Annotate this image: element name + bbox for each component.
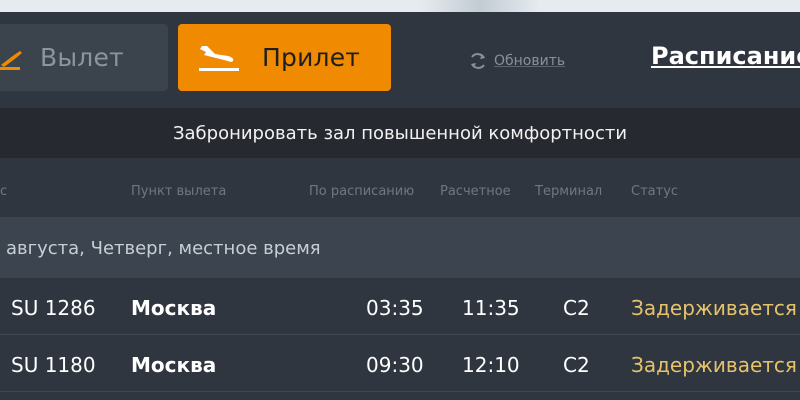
- refresh-icon: [468, 51, 488, 71]
- header-flight: с: [0, 184, 8, 199]
- map-background: [0, 0, 800, 12]
- terminal: C2: [563, 353, 590, 377]
- schedule-link[interactable]: Расписание: [651, 42, 800, 70]
- refresh-button[interactable]: Обновить: [468, 50, 565, 72]
- tab-arrival[interactable]: Прилет: [178, 24, 391, 91]
- scheduled-time: 03:35: [366, 296, 424, 320]
- header-terminal: Терминал: [535, 184, 603, 199]
- flight-number: SU 1286: [11, 296, 96, 320]
- table-header: с Пункт вылета По расписанию Расчетное Т…: [0, 158, 800, 218]
- plane-takeoff-icon: [0, 45, 26, 71]
- header-estimated: Расчетное: [440, 184, 511, 199]
- origin-city: Москва: [131, 296, 217, 320]
- header-status: Статус: [631, 184, 679, 199]
- estimated-time: 12:10: [462, 353, 520, 377]
- origin-city: Москва: [131, 353, 217, 377]
- plane-landing-icon: [198, 40, 242, 76]
- refresh-label: Обновить: [494, 53, 566, 69]
- tab-arrival-label: Прилет: [262, 43, 361, 72]
- status-badge: Задерживается: [631, 353, 797, 377]
- top-bar: Вылет Прилет Обновить Расписание: [0, 12, 800, 108]
- scheduled-time: 09:30: [366, 353, 424, 377]
- table-row[interactable]: SU 1180 Москва 09:30 12:10 C2 Задерживае…: [0, 335, 800, 392]
- tab-departure-label: Вылет: [40, 43, 124, 72]
- header-scheduled: По расписанию: [309, 184, 415, 199]
- banner-text: Забронировать зал повышенной комфортност…: [172, 122, 628, 144]
- terminal: C2: [563, 296, 590, 320]
- status-badge: Задерживается: [631, 296, 797, 320]
- tab-departure[interactable]: Вылет: [0, 24, 168, 91]
- flight-number: SU 1180: [11, 353, 96, 377]
- date-group-header: августа, Четверг, местное время: [0, 218, 800, 278]
- date-text: августа, Четверг, местное время: [6, 237, 321, 259]
- estimated-time: 11:35: [462, 296, 520, 320]
- table-row[interactable]: SU 1286 Москва 03:35 11:35 C2 Задерживае…: [0, 278, 800, 335]
- header-origin: Пункт вылета: [131, 184, 227, 199]
- lounge-booking-banner[interactable]: Забронировать зал повышенной комфортност…: [0, 108, 800, 158]
